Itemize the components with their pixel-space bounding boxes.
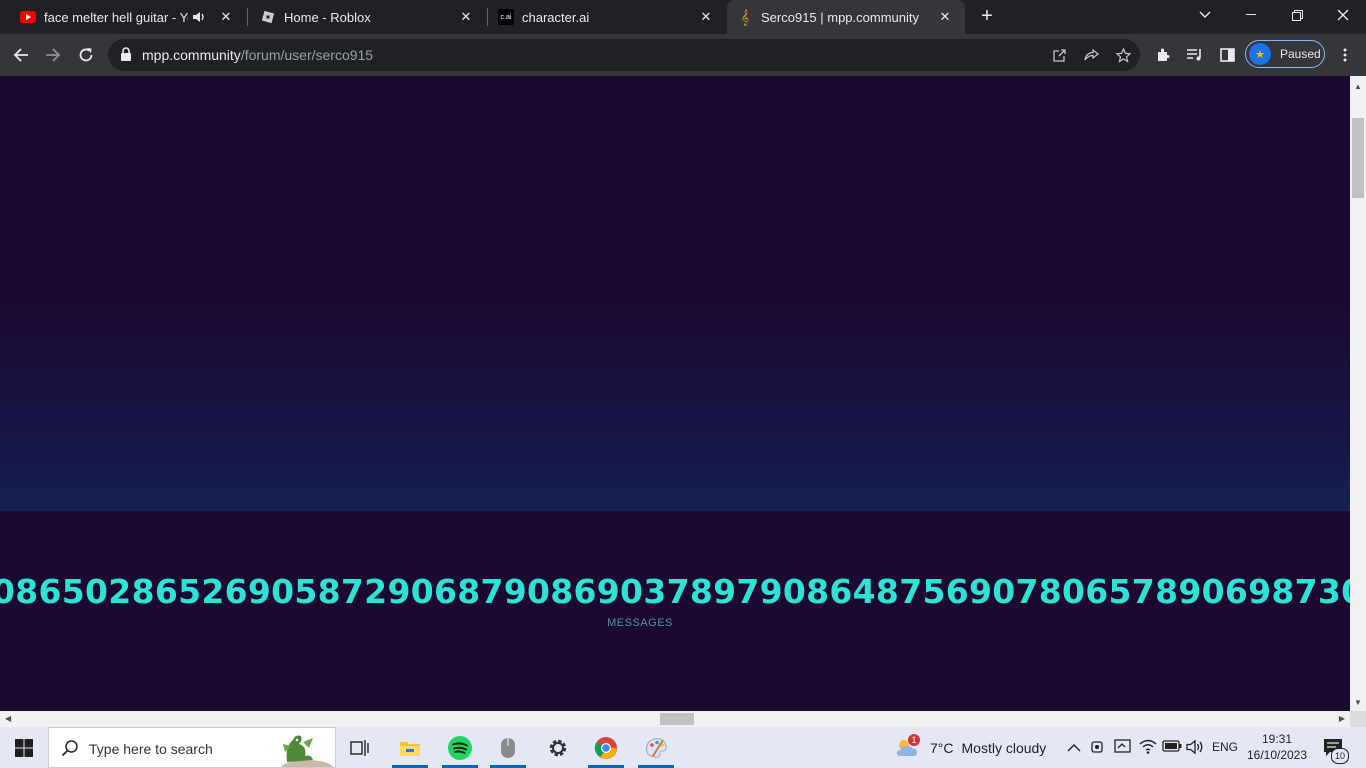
- spotify-icon: [448, 735, 472, 760]
- clock-time: 19:31: [1261, 732, 1293, 746]
- horizontal-scrollbar[interactable]: ◀ ▶: [0, 711, 1350, 727]
- start-button[interactable]: [0, 727, 48, 768]
- settings-icon: [549, 739, 567, 756]
- search-icon: [61, 739, 79, 762]
- tab-search-icon[interactable]: [1182, 0, 1228, 30]
- messages-count: 0865028652690587290687908690378979086487…: [0, 572, 1350, 611]
- tab-close-icon[interactable]: ✕: [698, 9, 714, 25]
- lock-icon[interactable]: [120, 47, 134, 63]
- tab-close-icon[interactable]: ✕: [218, 9, 234, 25]
- url-text: mpp.community/forum/user/serco915: [142, 47, 373, 63]
- share-icon[interactable]: [1081, 45, 1101, 65]
- vertical-scroll-thumb[interactable]: [1352, 118, 1364, 198]
- tab-title: Home - Roblox: [284, 9, 371, 25]
- weather-temperature: 7°C: [930, 739, 954, 756]
- open-in-app-icon[interactable]: [1049, 45, 1069, 65]
- meet-camera-icon[interactable]: [1091, 739, 1105, 758]
- close-window-button[interactable]: [1320, 0, 1366, 30]
- profile-button[interactable]: ★ Paused: [1245, 40, 1325, 68]
- scroll-left-arrow-icon[interactable]: ◀: [5, 714, 11, 723]
- extensions-icon[interactable]: [1148, 40, 1178, 70]
- weather-alert-badge: 1: [908, 733, 920, 746]
- browser-toolbar: mpp.community/forum/user/serco915 ★ Paus…: [0, 34, 1366, 76]
- tab-character-ai[interactable]: c.ai character.ai ✕: [488, 0, 726, 34]
- taskbar-search-box[interactable]: Type here to search: [48, 727, 336, 768]
- mouse-app-button[interactable]: [484, 727, 532, 768]
- scroll-down-arrow-icon[interactable]: ▼: [1354, 698, 1362, 707]
- task-view-icon: [350, 739, 369, 756]
- address-bar[interactable]: mpp.community/forum/user/serco915: [108, 39, 1140, 71]
- tab-title: face melter hell guitar - YouTube: [44, 9, 188, 25]
- paint-button[interactable]: [632, 727, 680, 768]
- chrome-icon: [594, 736, 617, 759]
- search-highlight-dragon-icon[interactable]: [273, 732, 333, 767]
- profile-status-label: Paused: [1280, 47, 1321, 61]
- search-placeholder: Type here to search: [89, 741, 213, 757]
- back-button[interactable]: [6, 40, 36, 70]
- app-tray-icon[interactable]: [1114, 739, 1132, 758]
- scroll-up-arrow-icon[interactable]: ▲: [1354, 82, 1362, 91]
- minimize-button[interactable]: [1228, 0, 1274, 30]
- tab-mpp-community[interactable]: 𝄞 Serco915 | mpp.community ✕: [727, 0, 965, 34]
- file-explorer-button[interactable]: [386, 727, 434, 768]
- tab-youtube[interactable]: face melter hell guitar - YouTube ✕: [0, 0, 246, 34]
- windows-taskbar: Type here to search 1 7°C Mostly cloudy: [0, 727, 1366, 768]
- roblox-icon: [260, 9, 276, 25]
- mouse-app-icon: [501, 737, 515, 758]
- profile-banner: [0, 76, 1350, 511]
- youtube-icon: [20, 9, 36, 25]
- character-ai-icon-text: c.ai: [500, 13, 512, 21]
- tab-strip: face melter hell guitar - YouTube ✕ Home…: [0, 0, 1366, 34]
- notification-count-badge: 10: [1331, 748, 1349, 764]
- chrome-button[interactable]: [582, 727, 630, 768]
- spotify-button[interactable]: [436, 727, 484, 768]
- system-clock[interactable]: 19:31 16/10/2023: [1240, 731, 1314, 763]
- tab-close-icon[interactable]: ✕: [937, 9, 953, 25]
- bookmark-star-icon[interactable]: [1113, 45, 1133, 65]
- volume-icon[interactable]: [1186, 739, 1204, 758]
- tab-close-icon[interactable]: ✕: [458, 9, 474, 25]
- input-language[interactable]: ENG: [1212, 740, 1238, 754]
- weather-condition: Mostly cloudy: [961, 739, 1047, 756]
- forward-button[interactable]: [38, 40, 68, 70]
- scroll-right-arrow-icon[interactable]: ▶: [1339, 714, 1345, 723]
- tab-title: character.ai: [522, 9, 590, 25]
- battery-icon[interactable]: [1162, 740, 1182, 755]
- weather-widget[interactable]: 1 7°C Mostly cloudy: [894, 727, 1046, 768]
- tab-audio-icon[interactable]: [192, 11, 208, 23]
- notification-center-icon[interactable]: 10: [1322, 737, 1349, 766]
- url-path: /forum/user/serco915: [240, 47, 374, 63]
- file-explorer-icon: [400, 741, 420, 756]
- tab-title: Serco915 | mpp.community: [761, 9, 919, 25]
- clock-date: 16/10/2023: [1246, 748, 1308, 762]
- avatar: ★: [1249, 43, 1271, 65]
- messages-label: MESSAGES: [607, 617, 673, 629]
- horizontal-scroll-thumb[interactable]: [660, 713, 694, 725]
- url-host: mpp.community: [142, 47, 241, 63]
- show-hidden-icons-chevron-icon[interactable]: [1067, 740, 1081, 755]
- settings-button[interactable]: [534, 727, 582, 768]
- task-view-button[interactable]: [336, 727, 384, 768]
- windows-logo-icon: [15, 738, 33, 757]
- web-page: 0865028652690587290687908690378979086487…: [0, 76, 1350, 711]
- scrollbar-corner: [1350, 711, 1366, 727]
- character-ai-icon: c.ai: [498, 9, 514, 25]
- mpp-icon: 𝄞: [740, 8, 750, 25]
- side-panel-icon[interactable]: [1212, 40, 1242, 70]
- paint-icon: [646, 737, 667, 758]
- restore-button[interactable]: [1274, 0, 1320, 30]
- reload-button[interactable]: [71, 40, 101, 70]
- new-tab-button[interactable]: +: [976, 5, 998, 27]
- wifi-icon[interactable]: [1139, 739, 1157, 757]
- vertical-scrollbar[interactable]: ▲ ▼: [1350, 76, 1366, 711]
- browser-menu-icon[interactable]: [1330, 40, 1360, 70]
- tab-roblox[interactable]: Home - Roblox ✕: [248, 0, 486, 34]
- cloudy-weather-icon: 1: [894, 733, 922, 760]
- media-control-icon[interactable]: [1180, 40, 1210, 70]
